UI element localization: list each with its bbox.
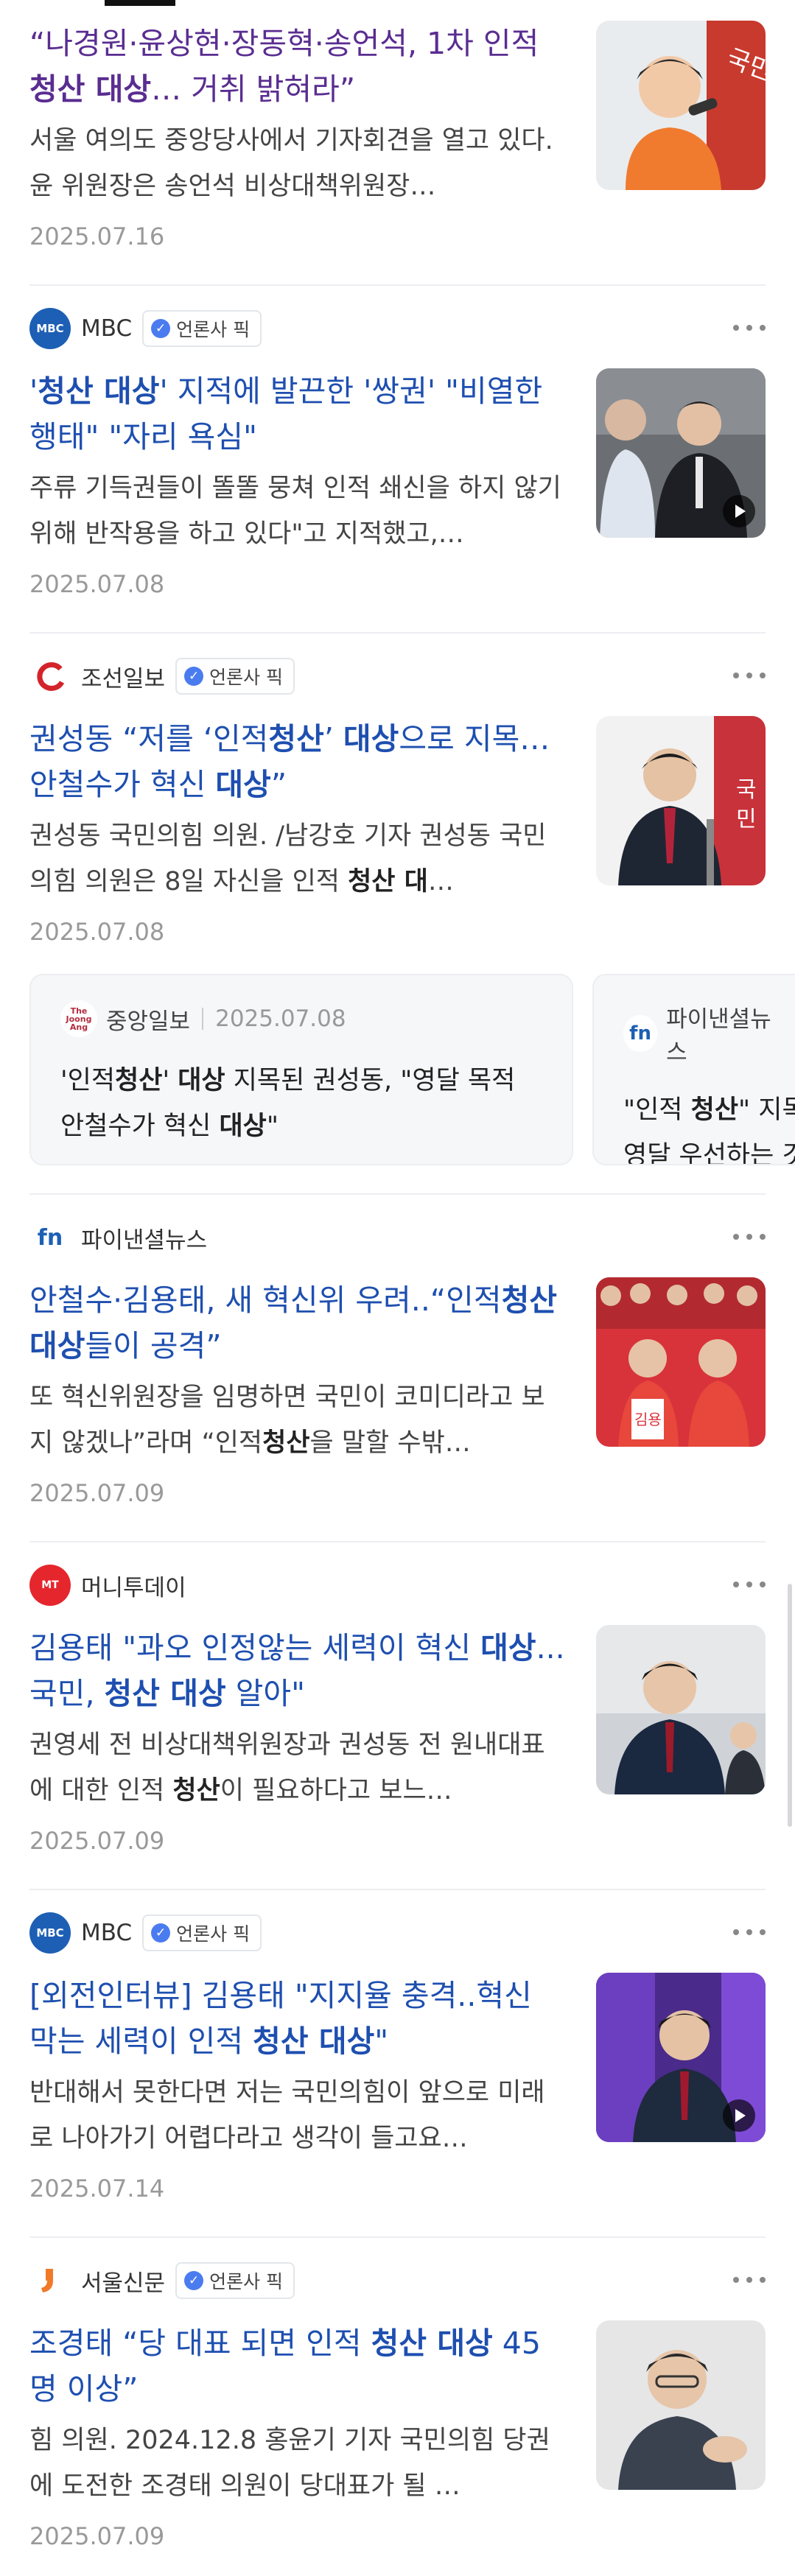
article-snippet: 반대해서 못한다면 저는 국민의힘이 앞으로 미래로 나아가기 어렵다라고 생각… xyxy=(29,2078,545,2153)
source-name[interactable]: 파이낸셜뉴스 xyxy=(666,1000,782,1067)
news-item[interactable]: MT 머니투데이 김용태 "과오 인정않는 세력이 혁신 대상...국민, 청산… xyxy=(29,1565,766,1889)
article-date: 2025.07.16 xyxy=(29,222,165,250)
source-row[interactable]: MBC MBC ✓ 언론사 픽 xyxy=(29,308,262,349)
fn-logo-icon: fn xyxy=(623,1015,658,1052)
more-options-icon[interactable] xyxy=(733,1226,766,1248)
more-options-icon[interactable] xyxy=(733,664,766,687)
source-row[interactable]: 서울신문 ✓ 언론사 픽 xyxy=(29,2260,295,2301)
more-options-icon[interactable] xyxy=(733,317,766,339)
press-pick-badge: ✓ 언론사 픽 xyxy=(142,1915,262,1951)
svg-text:김용: 김용 xyxy=(634,1411,662,1428)
news-item[interactable]: MBC MBC ✓ 언론사 픽 '청산 대상' 지적에 발끈한 '쌍권' "비열한… xyxy=(29,308,766,632)
check-icon: ✓ xyxy=(184,667,204,686)
article-title[interactable]: 조경태 “당 대표 되면 인적 청산 대상 45명 이상” xyxy=(29,2320,567,2412)
play-icon xyxy=(723,2099,755,2132)
article-title[interactable]: “나경원·윤상현·장동혁·송언석, 1차 인적 청산 대상… 거취 밝혀라” xyxy=(29,21,567,112)
article-snippet: 권성동 국민의힘 의원. /남강호 기자 권성동 국민의힘 의원은 8일 자신을… xyxy=(29,821,547,896)
source-name[interactable]: MBC xyxy=(81,315,132,342)
check-icon: ✓ xyxy=(151,1923,171,1942)
news-item[interactable]: MBC MBC ✓ 언론사 픽 [외전인터뷰] 김용태 "지지율 충격..혁신 막… xyxy=(29,1912,766,2236)
play-icon xyxy=(723,495,755,527)
news-item[interactable]: “나경원·윤상현·장동혁·송언석, 1차 인적 청산 대상… 거취 밝혀라” 서… xyxy=(29,0,766,265)
divider xyxy=(29,632,766,634)
svg-text:민: 민 xyxy=(736,807,757,832)
source-row[interactable]: fn 파이낸셜뉴스 xyxy=(29,1217,207,1258)
article-title[interactable]: 권성동 “저를 ‘인적청산’ 대상으로 지목… 안철수가 혁신 대상” xyxy=(29,716,567,807)
svg-text:국: 국 xyxy=(736,777,757,803)
article-snippet: 주류 기득권들이 똘똘 뭉쳐 인적 쇄신을 하지 않기 위해 반작용을 하고 있… xyxy=(29,474,561,549)
source-name[interactable]: 중앙일보 xyxy=(106,1003,190,1036)
article-date: 2025.07.08 xyxy=(215,1006,346,1032)
source-name[interactable]: 파이낸셜뉴스 xyxy=(81,1221,207,1254)
source-name[interactable]: 머니투데이 xyxy=(81,1569,186,1602)
scrollbar[interactable] xyxy=(788,1584,792,1827)
joongang-logo-icon: The Joong Ang xyxy=(60,1000,97,1037)
source-name[interactable]: 조선일보 xyxy=(81,660,165,693)
article-snippet: 서울 여의도 중앙당사에서 기자회견을 열고 있다. 윤 위원장은 송언석 비상… xyxy=(29,126,553,201)
moneytoday-logo-icon: MT xyxy=(29,1565,71,1606)
source-row[interactable]: MT 머니투데이 xyxy=(29,1565,186,1606)
article-thumbnail[interactable]: 김용 xyxy=(596,1277,766,1447)
press-pick-badge: ✓ 언론사 픽 xyxy=(175,658,295,695)
article-title[interactable]: 김용태 "과오 인정않는 세력이 혁신 대상...국민, 청산 대상 알아" xyxy=(29,1625,567,1716)
source-name[interactable]: 서울신문 xyxy=(81,2264,165,2298)
check-icon: ✓ xyxy=(184,2271,204,2290)
mbc-logo-icon: MBC xyxy=(29,308,71,349)
divider xyxy=(29,1541,766,1543)
press-pick-badge: ✓ 언론사 픽 xyxy=(175,2262,295,2299)
article-date: 2025.07.08 xyxy=(29,570,165,598)
divider xyxy=(29,2236,766,2238)
fn-logo-icon: fn xyxy=(29,1217,71,1258)
article-date: 2025.07.14 xyxy=(29,2175,165,2203)
article-date: 2025.07.09 xyxy=(29,1827,165,1855)
more-options-icon[interactable] xyxy=(733,1921,766,1943)
source-row[interactable]: 조선일보 ✓ 언론사 픽 xyxy=(29,656,295,697)
more-options-icon[interactable] xyxy=(733,2269,766,2291)
related-news-card[interactable]: fn 파이낸셜뉴스 "인적 청산" 지목… 영달 우선하는 것 xyxy=(592,974,795,1165)
mbc-logo-icon: MBC xyxy=(29,1912,71,1954)
article-thumbnail[interactable]: 국 민 xyxy=(596,716,766,885)
source-row[interactable]: MBC MBC ✓ 언론사 픽 xyxy=(29,1912,262,1954)
article-snippet: 권영세 전 비상대책위원장과 권성동 전 원내대표에 대한 인적 청산이 필요하… xyxy=(29,1730,545,1805)
article-thumbnail[interactable] xyxy=(596,1625,766,1794)
check-icon: ✓ xyxy=(151,319,171,338)
seoul-shinmun-logo-icon xyxy=(29,2260,71,2301)
related-title[interactable]: '인적청산' 대상 지목된 권성동, "영달 목적 안철수가 혁신 대상" xyxy=(60,1058,542,1149)
article-thumbnail[interactable] xyxy=(596,368,766,538)
chosun-logo-icon xyxy=(29,656,71,697)
article-title[interactable]: [외전인터뷰] 김용태 "지지율 충격..혁신 막는 세력이 인적 청산 대상" xyxy=(29,1973,567,2064)
article-title[interactable]: 안철수·김용태, 새 혁신위 우려..“인적청산 대상들이 공격” xyxy=(29,1277,567,1369)
news-item[interactable]: fn 파이낸셜뉴스 안철수·김용태, 새 혁신위 우려..“인적청산 대상들이 … xyxy=(29,1217,766,1541)
related-news-card[interactable]: The Joong Ang 중앙일보 2025.07.08 '인적청산' 대상 지목… xyxy=(29,974,573,1165)
news-item[interactable]: 조선일보 ✓ 언론사 픽 권성동 “저를 ‘인적청산’ 대상으로 지목… 안철수가… xyxy=(29,656,766,980)
article-thumbnail[interactable] xyxy=(596,1973,766,2142)
article-snippet: 또 혁신위원장을 임명하면 국민이 코미디라고 보지 않겠나”라며 “인적청산을… xyxy=(29,1383,545,1458)
source-name[interactable]: MBC xyxy=(81,1920,132,1946)
article-date: 2025.07.09 xyxy=(29,1479,165,1507)
related-title[interactable]: "인적 청산" 지목… 영달 우선하는 것 xyxy=(623,1087,795,1164)
article-snippet: 힘 의원. 2024.12.8 홍윤기 기자 국민의힘 당권에 도전한 조경태 … xyxy=(29,2426,550,2501)
article-thumbnail[interactable]: 국민 xyxy=(596,21,766,190)
article-thumbnail[interactable] xyxy=(596,2320,766,2490)
news-item[interactable]: 서울신문 ✓ 언론사 픽 조경태 “당 대표 되면 인적 청산 대상 45명 이상… xyxy=(29,2260,766,2576)
article-date: 2025.07.09 xyxy=(29,2522,165,2550)
divider xyxy=(29,1889,766,1890)
press-pick-badge: ✓ 언론사 픽 xyxy=(142,310,262,347)
divider xyxy=(29,1193,766,1195)
more-options-icon[interactable] xyxy=(733,1573,766,1596)
article-date: 2025.07.08 xyxy=(29,918,165,946)
divider xyxy=(29,284,766,286)
article-title[interactable]: '청산 대상' 지적에 발끈한 '쌍권' "비열한 행태" "자리 욕심" xyxy=(29,368,567,460)
